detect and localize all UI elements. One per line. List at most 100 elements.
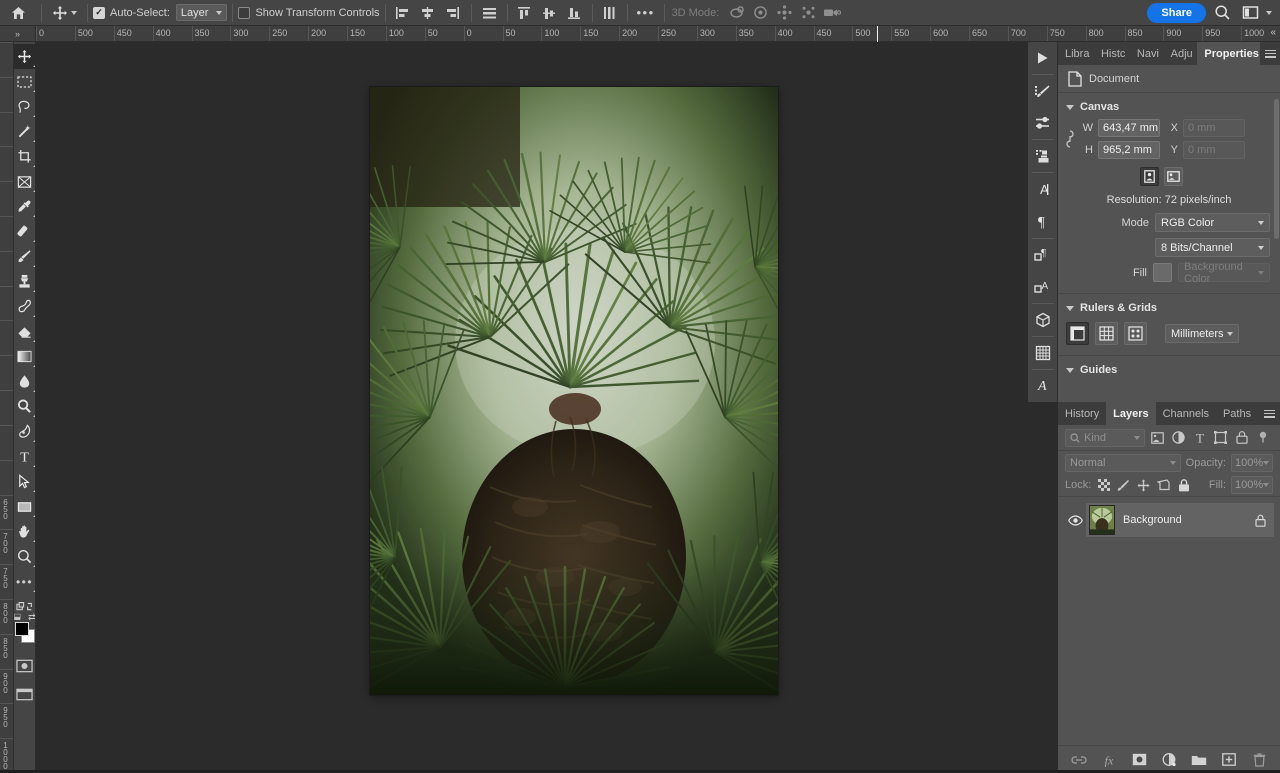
- delete-layer-icon[interactable]: [1251, 751, 1268, 768]
- layer-thumbnail[interactable]: [1089, 505, 1115, 535]
- eraser-tool[interactable]: [14, 319, 36, 344]
- history-brush-tool[interactable]: [14, 294, 36, 319]
- default-colors-icon[interactable]: ⬓: [14, 612, 22, 621]
- new-adjustment-layer-icon[interactable]: [1161, 751, 1178, 768]
- distribute-horizontal-icon[interactable]: [478, 2, 502, 24]
- align-horizontal-centers-icon[interactable]: [416, 2, 440, 24]
- 3d-camera-icon[interactable]: [820, 2, 844, 24]
- ruler-corner[interactable]: »: [0, 26, 36, 42]
- show-transform-controls-checkbox[interactable]: [238, 7, 250, 19]
- fill-input[interactable]: 100%: [1231, 476, 1273, 494]
- opacity-input[interactable]: 100%: [1231, 454, 1273, 472]
- brush-tool[interactable]: [14, 244, 36, 269]
- width-input[interactable]: 643,47 mm: [1098, 119, 1160, 137]
- canvas-section-header[interactable]: Canvas: [1058, 99, 1280, 117]
- tab-libraries[interactable]: Libra: [1058, 42, 1094, 65]
- pattern-icon[interactable]: [1028, 337, 1058, 369]
- character-icon[interactable]: A: [1028, 173, 1058, 205]
- rectangular-marquee-tool[interactable]: [14, 69, 36, 94]
- tab-paths[interactable]: Paths: [1216, 402, 1258, 425]
- fill-type-dropdown[interactable]: Background Color: [1178, 263, 1270, 282]
- align-top-edges-icon[interactable]: [513, 2, 537, 24]
- 3d-pan-icon[interactable]: [772, 2, 796, 24]
- eyedropper-tool[interactable]: [14, 194, 36, 219]
- align-bottom-edges-icon[interactable]: [563, 2, 587, 24]
- orientation-portrait-icon[interactable]: [1140, 167, 1159, 186]
- add-layer-mask-icon[interactable]: [1131, 751, 1148, 768]
- magic-wand-tool[interactable]: [14, 119, 36, 144]
- home-button[interactable]: [0, 0, 36, 26]
- active-tool-picker[interactable]: [47, 5, 82, 21]
- more-tools-button[interactable]: •••: [14, 569, 36, 594]
- clone-stamp-tool[interactable]: [14, 269, 36, 294]
- chevron-down-icon[interactable]: [1266, 11, 1272, 15]
- align-left-edges-icon[interactable]: [391, 2, 415, 24]
- canvas-image[interactable]: [370, 87, 778, 695]
- lock-position-icon[interactable]: [1136, 477, 1151, 493]
- more-options-button[interactable]: •••: [633, 2, 659, 24]
- 3d-icon[interactable]: [1028, 304, 1058, 336]
- tab-channels[interactable]: Channels: [1156, 402, 1216, 425]
- 3d-orbit-icon[interactable]: [724, 2, 748, 24]
- filter-type-icon[interactable]: T: [1191, 429, 1208, 447]
- pen-tool[interactable]: [14, 419, 36, 444]
- layer-row-content[interactable]: Background: [1086, 503, 1274, 537]
- auto-select-checkbox[interactable]: ✓: [93, 7, 105, 19]
- paragraph-styles-icon[interactable]: A: [1028, 271, 1058, 303]
- hand-tool[interactable]: [14, 519, 36, 544]
- share-button[interactable]: Share: [1147, 3, 1206, 23]
- filter-adjustment-icon[interactable]: [1170, 429, 1187, 447]
- auto-select-scope-dropdown[interactable]: Layer: [176, 4, 228, 21]
- show-rulers-icon[interactable]: [1066, 322, 1089, 345]
- quick-mask-button[interactable]: [14, 653, 36, 678]
- lock-image-pixels-icon[interactable]: [1116, 477, 1131, 493]
- screen-mode-button[interactable]: [14, 682, 36, 707]
- swap-colors-icon[interactable]: ⇄: [28, 612, 36, 623]
- brush-settings-icon[interactable]: [1028, 75, 1058, 107]
- path-selection-tool[interactable]: [14, 469, 36, 494]
- new-group-icon[interactable]: [1191, 751, 1208, 768]
- tab-history[interactable]: History: [1058, 402, 1106, 425]
- collapse-panels-button[interactable]: «: [1268, 27, 1278, 38]
- tab-layers[interactable]: Layers: [1106, 402, 1155, 425]
- horizontal-ruler[interactable]: 0500450400350300250200150100500501001502…: [36, 26, 1280, 42]
- transparency-grid-icon[interactable]: [1124, 322, 1147, 345]
- filter-pixel-icon[interactable]: [1149, 429, 1166, 447]
- lock-all-icon[interactable]: [1176, 477, 1191, 493]
- adjustments-icon[interactable]: [1028, 107, 1058, 139]
- blur-tool[interactable]: [14, 369, 36, 394]
- guides-header[interactable]: Guides: [1058, 362, 1280, 380]
- paragraph-icon[interactable]: ¶: [1028, 205, 1058, 237]
- fill-color-swatch[interactable]: [1153, 263, 1172, 282]
- actions-play-icon[interactable]: [1028, 42, 1058, 74]
- lock-icon[interactable]: [1255, 514, 1266, 527]
- foreground-color-swatch[interactable]: [15, 622, 29, 636]
- blend-mode-dropdown[interactable]: Normal: [1065, 454, 1181, 472]
- dodge-tool[interactable]: [14, 394, 36, 419]
- filter-kind-dropdown[interactable]: Kind: [1065, 429, 1145, 447]
- link-layers-icon[interactable]: [1071, 751, 1088, 768]
- healing-brush-tool[interactable]: [14, 219, 36, 244]
- ruler-units-dropdown[interactable]: Millimeters: [1165, 324, 1239, 343]
- show-grid-icon[interactable]: [1095, 322, 1118, 345]
- move-tool[interactable]: [14, 44, 36, 69]
- color-swatches[interactable]: ⬓ ⇄: [14, 621, 36, 647]
- table-row[interactable]: Background: [1058, 502, 1280, 538]
- eye-icon[interactable]: [1064, 515, 1086, 526]
- properties-panel-menu-button[interactable]: [1260, 42, 1280, 65]
- new-layer-icon[interactable]: [1221, 751, 1238, 768]
- layers-panel-menu-button[interactable]: [1258, 402, 1280, 425]
- tab-navigator[interactable]: Navi: [1130, 42, 1164, 65]
- crop-tool[interactable]: [14, 144, 36, 169]
- document-window[interactable]: [370, 87, 778, 695]
- layer-list[interactable]: Background: [1058, 497, 1280, 745]
- rulers-grids-header[interactable]: Rulers & Grids: [1058, 300, 1280, 318]
- filter-smart-object-icon[interactable]: [1233, 429, 1250, 447]
- filter-shape-icon[interactable]: [1212, 429, 1229, 447]
- 3d-slide-icon[interactable]: [796, 2, 820, 24]
- 3d-roll-icon[interactable]: [748, 2, 772, 24]
- y-input[interactable]: 0 mm: [1183, 141, 1245, 159]
- lasso-tool[interactable]: [14, 94, 36, 119]
- canvas-area[interactable]: [36, 42, 1028, 773]
- frame-tool[interactable]: [14, 169, 36, 194]
